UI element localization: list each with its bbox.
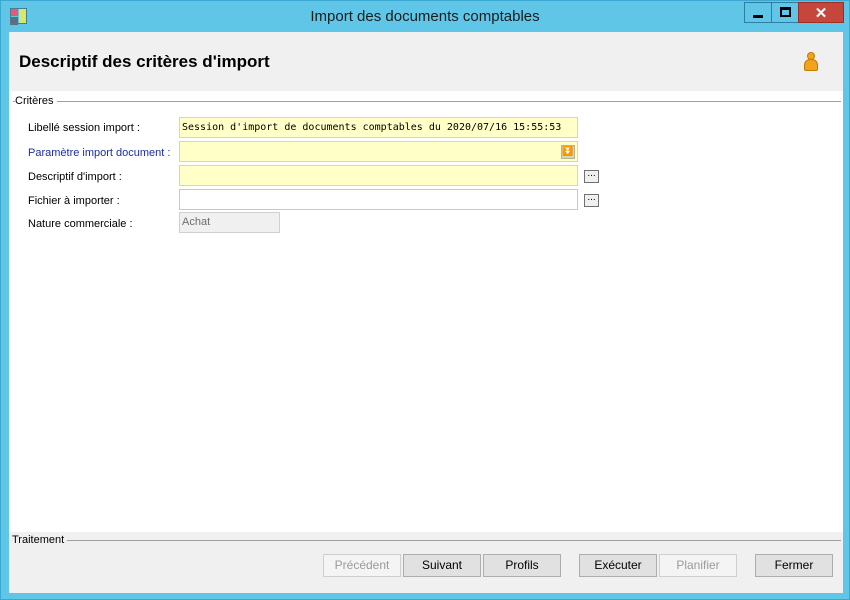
next-button[interactable]: Suivant [403,554,481,577]
import-parameter-label[interactable]: Paramètre import document : [28,147,170,159]
maximize-icon [780,7,791,17]
commercial-nature-label: Nature commerciale : [28,218,133,230]
schedule-button[interactable]: Planifier [659,554,737,577]
minimize-button[interactable] [744,2,772,23]
import-parameter-select[interactable]: ⏬ [179,141,578,162]
import-descriptor-input[interactable] [179,165,578,186]
dialog-content: Descriptif des critères d'import Critère… [9,32,843,593]
user-icon[interactable] [803,52,819,72]
window-title: Import des documents comptables [310,8,540,25]
descriptor-browse-button[interactable]: ... [584,169,599,183]
commercial-nature-field: Achat [179,212,280,233]
close-button[interactable]: Fermer [755,554,833,577]
profiles-button[interactable]: Profils [483,554,561,577]
session-label: Libellé session import : [28,122,140,134]
main-window: Import des documents comptables ✕ Descri… [0,0,850,600]
file-to-import-input[interactable] [179,189,578,210]
close-icon: ✕ [814,5,828,22]
criteria-group-label: Critères [15,95,57,107]
import-descriptor-label: Descriptif d'import : [28,171,122,183]
maximize-button[interactable] [771,2,799,23]
criteria-group-divider [13,101,841,102]
chevron-down-icon[interactable]: ⏬ [561,145,575,159]
file-to-import-label: Fichier à importer : [28,195,120,207]
treatment-group-divider [13,540,841,541]
file-browse-button[interactable]: ... [584,193,599,207]
session-label-input[interactable]: Session d'import de documents comptables… [179,117,578,138]
page-title: Descriptif des critères d'import [19,52,270,71]
minimize-icon [753,15,763,18]
treatment-group-label: Traitement [12,534,68,546]
title-bar[interactable]: Import des documents comptables ✕ [1,1,849,32]
execute-button[interactable]: Exécuter [579,554,657,577]
header-band: Descriptif des critères d'import [9,32,843,91]
previous-button[interactable]: Précédent [323,554,401,577]
close-window-button[interactable]: ✕ [798,2,844,23]
